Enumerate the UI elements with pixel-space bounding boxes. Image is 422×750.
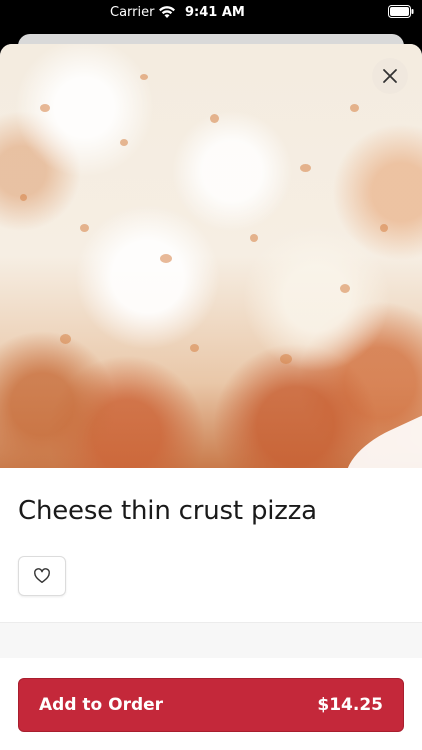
price-label: $14.25	[317, 695, 383, 715]
wifi-icon	[159, 6, 175, 18]
favorite-button[interactable]	[18, 556, 66, 596]
order-footer: Add to Order $14.25	[0, 658, 422, 750]
section-divider	[0, 622, 422, 660]
add-to-order-button[interactable]: Add to Order $14.25	[18, 678, 404, 732]
pizza-photo	[0, 44, 422, 468]
clock: 9:41 AM	[185, 5, 245, 20]
heart-icon	[34, 568, 50, 584]
pizza-crust-edge	[334, 405, 422, 468]
item-detail-sheet: Cheese thin crust pizza Add to Order $14…	[0, 44, 422, 750]
carrier-label: Carrier	[110, 5, 155, 20]
item-title: Cheese thin crust pizza	[18, 496, 317, 526]
close-icon	[383, 69, 397, 83]
battery-icon	[388, 5, 414, 18]
status-bar: Carrier 9:41 AM	[0, 0, 422, 26]
close-button[interactable]	[372, 58, 408, 94]
add-to-order-label: Add to Order	[39, 695, 164, 715]
